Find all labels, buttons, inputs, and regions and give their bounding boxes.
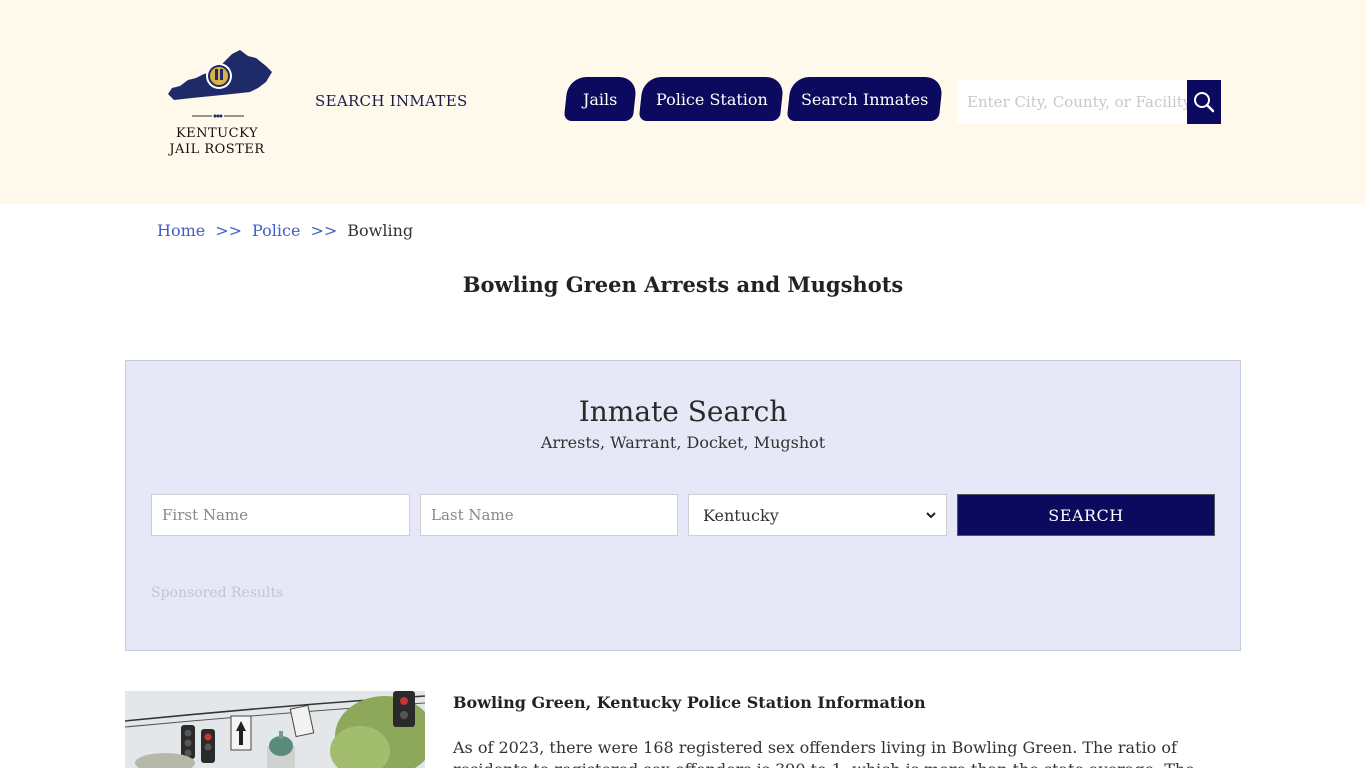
- nav-jails-button[interactable]: Jails: [563, 77, 638, 121]
- nav-jails-label: Jails: [583, 89, 618, 109]
- first-name-input[interactable]: [151, 494, 410, 536]
- sponsored-results-label: Sponsored Results: [151, 585, 284, 601]
- logo-text: KENTUCKY JAIL ROSTER: [158, 126, 276, 158]
- breadcrumb-separator: >>: [215, 221, 243, 240]
- facility-search-button[interactable]: [1187, 80, 1221, 124]
- breadcrumb-separator: >>: [310, 221, 338, 240]
- site-tagline[interactable]: SEARCH INMATES: [315, 92, 468, 110]
- nav-police-station-label: Police Station: [655, 89, 768, 109]
- station-info-title: Bowling Green, Kentucky Police Station I…: [453, 693, 926, 712]
- inmate-search-title: Inmate Search: [578, 395, 788, 428]
- logo-line-1: KENTUCKY: [175, 126, 259, 141]
- logo-divider: [192, 114, 244, 118]
- inmate-search-subtitle: Arrests, Warrant, Docket, Mugshot: [540, 433, 826, 452]
- breadcrumb-police-link[interactable]: Police: [252, 221, 300, 240]
- facility-search-input[interactable]: [957, 80, 1187, 124]
- station-info-text: As of 2023, there were 168 registered se…: [453, 738, 1195, 768]
- breadcrumb: Home >> Police >> Bowling: [157, 221, 413, 240]
- nav-search-inmates-label: Search Inmates: [801, 89, 929, 109]
- inmate-search-panel: Inmate Search Arrests, Warrant, Docket, …: [125, 360, 1241, 651]
- site-logo[interactable]: KENTUCKY JAIL ROSTER: [158, 44, 278, 164]
- breadcrumb-current: Bowling: [347, 221, 414, 240]
- police-station-photo: [125, 691, 425, 768]
- kentucky-map-icon: [168, 50, 272, 100]
- logo-line-2: JAIL ROSTER: [169, 142, 265, 157]
- breadcrumb-home-link[interactable]: Home: [157, 221, 205, 240]
- street-scene-image: [125, 691, 425, 768]
- state-select[interactable]: Kentucky: [688, 494, 947, 536]
- site-header: KENTUCKY JAIL ROSTER SEARCH INMATES Jail…: [0, 0, 1366, 204]
- state-select-value: Kentucky: [703, 505, 779, 525]
- nav-police-station-button[interactable]: Police Station: [638, 77, 785, 121]
- nav-search-inmates-button[interactable]: Search Inmates: [786, 77, 944, 121]
- inmate-search-button[interactable]: SEARCH: [957, 494, 1215, 536]
- search-icon: [1194, 92, 1215, 113]
- page-title: Bowling Green Arrests and Mugshots: [462, 272, 904, 297]
- last-name-input[interactable]: [420, 494, 678, 536]
- chevron-down-icon: [926, 512, 936, 519]
